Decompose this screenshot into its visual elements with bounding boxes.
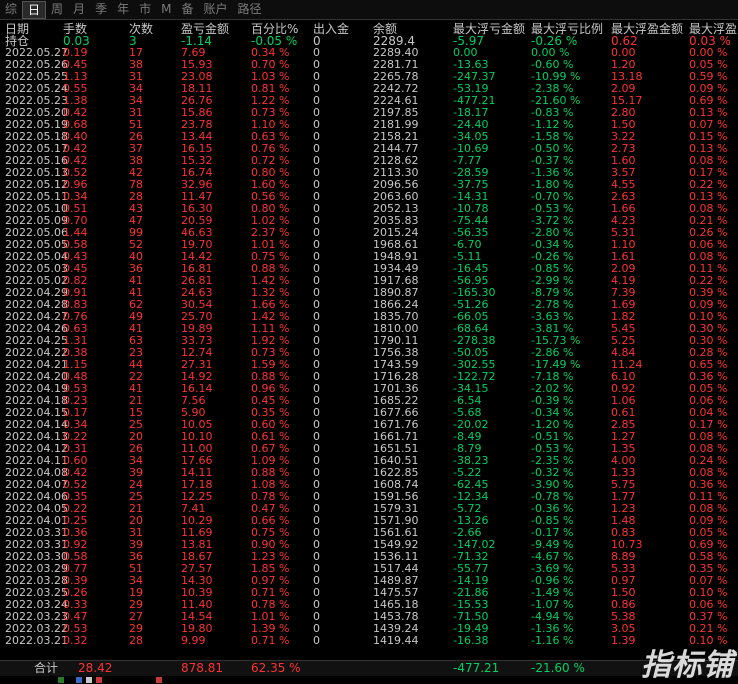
total-max-float-loss-pct: -21.60 % (531, 661, 585, 675)
status-icon (76, 677, 82, 683)
table-row[interactable]: 2022.03.21 0.32 28 9.99 0.71 % 0 1419.44 -16.38… (0, 635, 738, 647)
cell-lots: 0.32 (63, 634, 88, 647)
total-pnl: 878.81 (181, 661, 223, 675)
cell-max-float-profit: 1.39 (611, 634, 636, 647)
status-icon (96, 677, 102, 683)
tab-4[interactable]: 季 (90, 0, 112, 19)
total-row: 合计 28.42 878.81 62.35 % -477.21 -21.60 % (0, 660, 738, 676)
tab-10[interactable]: 路径 (233, 0, 267, 19)
cell-count: 28 (129, 634, 143, 647)
tab-9[interactable]: 账户 (198, 0, 232, 19)
cell-date: 2022.03.21 (5, 634, 68, 647)
tab-1[interactable]: 日 (22, 0, 47, 19)
tab-8[interactable]: 备 (176, 0, 198, 19)
daily-stats-table: 2022.05.27 0.19 17 7.69 0.34 % 0 2289.40 0.00 0.… (0, 47, 738, 647)
tab-5[interactable]: 年 (112, 0, 134, 19)
watermark-logo: 指标铺 (641, 648, 734, 683)
status-strip (0, 676, 738, 684)
cell-max-float-loss: -16.38 (453, 634, 489, 647)
tab-0[interactable]: 综 (0, 0, 22, 19)
cell-pnl: 9.99 (181, 634, 206, 647)
tab-2[interactable]: 周 (46, 0, 68, 19)
status-icon (86, 677, 92, 683)
total-label: 合计 (34, 661, 59, 675)
total-lots: 28.42 (78, 661, 113, 675)
status-icon (58, 677, 64, 683)
cell-pct: 0.71 % (251, 634, 290, 647)
table-header: 日期 持仓 手数 0.03 次数 3 盈亏金额 -1.14 百分比% -0.05… (0, 21, 738, 48)
period-tabs: 综日周月季年市 M 备账户 路径 (0, 0, 738, 20)
cell-balance: 1419.44 (373, 634, 419, 647)
total-max-float-loss: -477.21 (453, 661, 500, 675)
status-icon (156, 677, 162, 683)
cell-io: 0 (313, 634, 320, 647)
tab-7[interactable]: M (156, 0, 176, 19)
tab-3[interactable]: 月 (68, 0, 90, 19)
total-pct: 62.35 % (251, 661, 301, 675)
cell-max-float-loss-pct: -1.16 % (531, 634, 574, 647)
tab-6[interactable]: 市 (134, 0, 156, 19)
